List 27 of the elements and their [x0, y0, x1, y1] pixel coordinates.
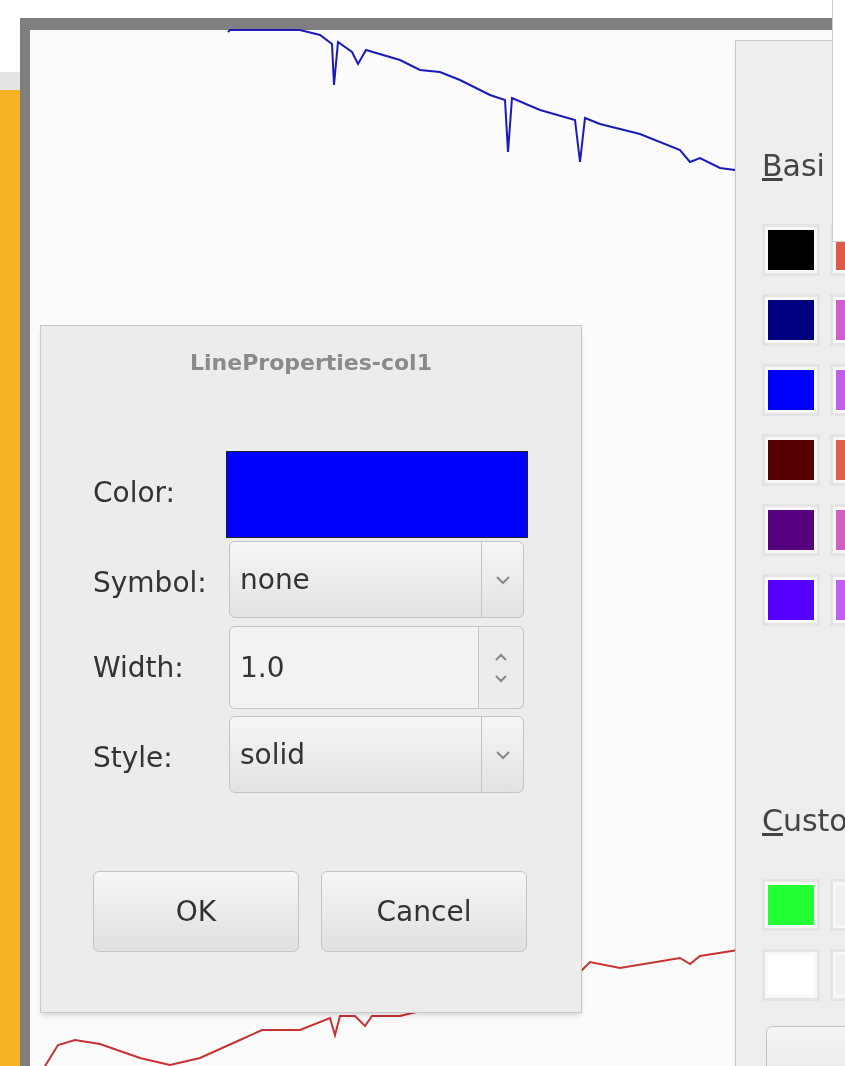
section-label: Basi — [762, 147, 826, 185]
cancel-button[interactable]: Cancel — [321, 871, 527, 952]
dropdown[interactable]: solid — [229, 716, 524, 793]
dialog-title: LineProperties-col1 — [189, 349, 433, 377]
field-label: Color: — [93, 475, 176, 511]
color-swatch[interactable] — [762, 294, 820, 346]
chevron-down-icon — [494, 574, 511, 585]
spin-input-field[interactable]: 1.0 — [229, 626, 479, 709]
color-swatch-button[interactable] — [226, 451, 528, 538]
chevron-down-icon — [494, 749, 511, 760]
color-swatch[interactable] — [762, 434, 820, 486]
field-label: Width: — [93, 650, 184, 686]
color-swatch[interactable] — [762, 504, 820, 556]
color-swatch[interactable] — [762, 949, 820, 1001]
color-swatch[interactable] — [762, 879, 820, 931]
color-swatch[interactable] — [762, 574, 820, 626]
dropdown-value: solid — [240, 736, 307, 773]
ok-button[interactable]: OK — [93, 871, 299, 952]
color-swatch[interactable] — [762, 224, 820, 276]
field-label: Style: — [93, 740, 173, 776]
spin-up-icon[interactable] — [494, 652, 508, 662]
dropdown[interactable]: none — [229, 541, 524, 618]
color-swatch[interactable] — [762, 364, 820, 416]
dropdown-value: none — [240, 561, 311, 598]
tab-strip — [0, 72, 22, 90]
spin-down-icon[interactable] — [494, 673, 508, 683]
field-label: Symbol: — [93, 565, 207, 601]
